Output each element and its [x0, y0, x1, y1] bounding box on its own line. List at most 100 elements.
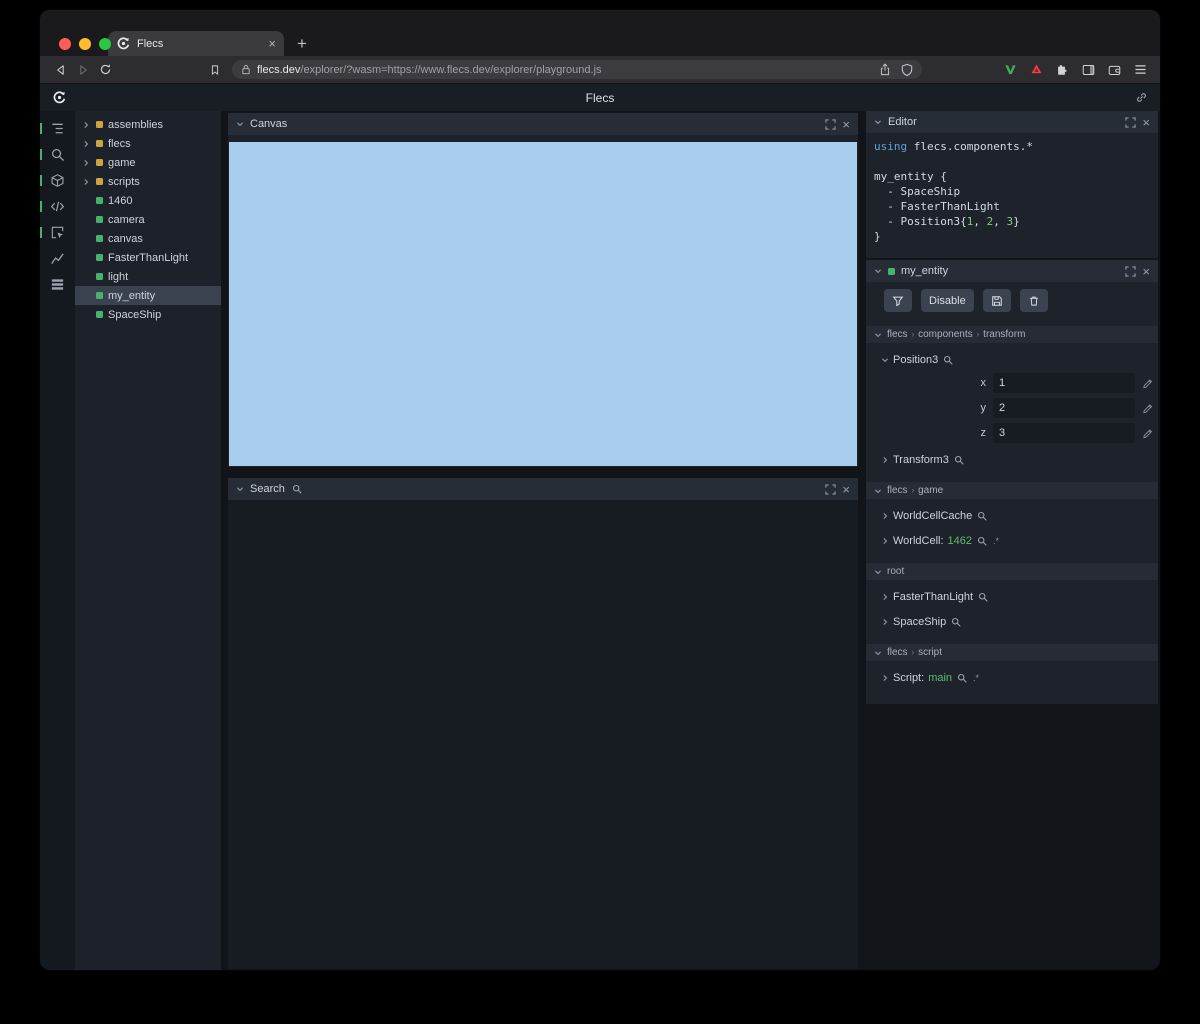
code-editor[interactable]: using flecs.components.* my_entity { - S… — [866, 133, 1158, 250]
chevron-right-icon[interactable] — [881, 456, 889, 464]
wallet-icon[interactable] — [1105, 64, 1124, 76]
collapse-chevron-icon[interactable] — [236, 485, 244, 493]
expand-panel-icon[interactable] — [1125, 265, 1137, 277]
inspector-item-WorldCell[interactable]: WorldCell: 1462 .* — [866, 532, 1158, 549]
brave-shield-icon[interactable] — [901, 63, 913, 76]
close-panel-icon[interactable]: × — [842, 118, 850, 131]
tree-item-SpaceShip[interactable]: SpaceShip — [75, 305, 221, 324]
chevron-right-icon[interactable] — [881, 618, 889, 626]
search-icon[interactable] — [977, 511, 987, 521]
field-input-y[interactable]: 2 — [993, 398, 1135, 418]
share-icon[interactable] — [879, 63, 891, 76]
inspector-item-WorldCellCache[interactable]: WorldCellCache — [866, 507, 1158, 524]
close-window-button[interactable] — [59, 38, 71, 50]
rail-tables-toggle[interactable] — [40, 276, 75, 293]
inspector-panel-header[interactable]: my_entity × — [866, 260, 1158, 282]
tree-item-assemblies[interactable]: assemblies — [75, 115, 221, 134]
inspector-item-FasterThanLight[interactable]: FasterThanLight — [866, 588, 1158, 605]
expand-chevron-icon[interactable] — [82, 159, 91, 167]
back-button-icon[interactable] — [50, 63, 72, 77]
expand-chevron-icon[interactable] — [82, 178, 91, 186]
delete-button[interactable] — [1019, 289, 1048, 312]
chevron-down-icon[interactable] — [881, 356, 889, 364]
inspector-section-header[interactable]: root — [866, 563, 1158, 580]
disable-button[interactable]: Disable — [921, 289, 974, 312]
extensions-icon[interactable] — [1053, 63, 1072, 76]
entity-kind-swatch — [96, 273, 103, 280]
address-bar[interactable]: flecs.dev/explorer/?wasm=https://www.fle… — [232, 60, 922, 79]
inspector-section-header[interactable]: flecs › components › transform — [866, 326, 1158, 343]
canvas-viewport[interactable] — [229, 142, 857, 466]
inspector-section-header[interactable]: flecs › game — [866, 482, 1158, 499]
inspector-item-SpaceShip[interactable]: SpaceShip — [866, 613, 1158, 630]
chevron-right-icon[interactable] — [881, 593, 889, 601]
zoom-window-button[interactable] — [99, 38, 111, 50]
field-input-x[interactable]: 1 — [993, 373, 1135, 393]
tree-item-camera[interactable]: camera — [75, 210, 221, 229]
tree-item-1460[interactable]: 1460 — [75, 191, 221, 210]
edit-pencil-icon[interactable] — [1142, 378, 1153, 389]
inspector-section-header[interactable]: flecs › script — [866, 644, 1158, 661]
tree-item-flecs[interactable]: flecs — [75, 134, 221, 153]
tree-item-my_entity[interactable]: my_entity — [75, 286, 221, 305]
search-icon[interactable] — [951, 617, 961, 627]
brave-rewards-icon[interactable] — [1027, 63, 1046, 76]
collapse-chevron-icon[interactable] — [236, 120, 244, 128]
menu-icon[interactable] — [1131, 64, 1150, 75]
save-button[interactable] — [982, 289, 1011, 312]
tree-item-label: game — [108, 156, 136, 169]
tree-item-scripts[interactable]: scripts — [75, 172, 221, 191]
edit-pencil-icon[interactable] — [1142, 428, 1153, 439]
search-panel-header[interactable]: Search × — [228, 478, 858, 500]
forward-button-icon[interactable] — [72, 63, 94, 77]
edit-pencil-icon[interactable] — [1142, 403, 1153, 414]
search-icon[interactable] — [954, 455, 964, 465]
expand-panel-icon[interactable] — [825, 483, 837, 495]
app-header: Flecs — [40, 83, 1160, 111]
tab-close-icon[interactable]: × — [268, 37, 276, 50]
inspector-item-Script[interactable]: Script: main .* — [866, 669, 1158, 686]
tree-item-light[interactable]: light — [75, 267, 221, 286]
vimium-extension-icon[interactable] — [1001, 63, 1020, 76]
minimize-window-button[interactable] — [79, 38, 91, 50]
tree-item-game[interactable]: game — [75, 153, 221, 172]
search-icon[interactable] — [977, 536, 987, 546]
share-link-icon[interactable] — [1135, 91, 1148, 104]
code-icon — [50, 199, 65, 214]
new-tab-button[interactable]: + — [297, 35, 307, 52]
expand-chevron-icon[interactable] — [82, 140, 91, 148]
close-panel-icon[interactable]: × — [1142, 265, 1150, 278]
search-icon[interactable] — [957, 673, 967, 683]
rail-query-search-toggle[interactable] — [40, 146, 75, 163]
rail-entity-tree-toggle[interactable] — [40, 120, 75, 137]
collapse-chevron-icon[interactable] — [874, 267, 882, 275]
close-panel-icon[interactable]: × — [1142, 116, 1150, 129]
reload-button-icon[interactable] — [94, 63, 116, 76]
expand-panel-icon[interactable] — [825, 118, 837, 130]
expand-panel-icon[interactable] — [1125, 116, 1137, 128]
inspector-item-Transform3[interactable]: Transform3 — [866, 451, 1158, 468]
sidebar-toggle-icon[interactable] — [1079, 64, 1098, 76]
tree-item-canvas[interactable]: canvas — [75, 229, 221, 248]
bookmark-icon[interactable] — [204, 64, 226, 76]
field-input-z[interactable]: 3 — [993, 423, 1135, 443]
tree-item-FasterThanLight[interactable]: FasterThanLight — [75, 248, 221, 267]
chevron-right-icon[interactable] — [881, 512, 889, 520]
chevron-right-icon[interactable] — [881, 537, 889, 545]
rail-canvas-toggle[interactable] — [40, 172, 75, 189]
close-panel-icon[interactable]: × — [842, 483, 850, 496]
editor-panel-header[interactable]: Editor × — [866, 111, 1158, 133]
canvas-panel-header[interactable]: Canvas × — [228, 113, 858, 135]
chevron-down-icon — [874, 331, 882, 339]
browser-tab[interactable]: Flecs × — [108, 31, 284, 56]
rail-inspector-toggle[interactable] — [40, 224, 75, 241]
expand-chevron-icon[interactable] — [82, 121, 91, 129]
collapse-chevron-icon[interactable] — [874, 118, 882, 126]
rail-stats-chart-toggle[interactable] — [40, 250, 75, 267]
filter-button[interactable] — [884, 289, 912, 312]
inspector-item-Position3[interactable]: Position3 — [866, 351, 1158, 368]
search-icon[interactable] — [943, 355, 953, 365]
chevron-right-icon[interactable] — [881, 674, 889, 682]
search-icon[interactable] — [978, 592, 988, 602]
rail-editor-toggle[interactable] — [40, 198, 75, 215]
